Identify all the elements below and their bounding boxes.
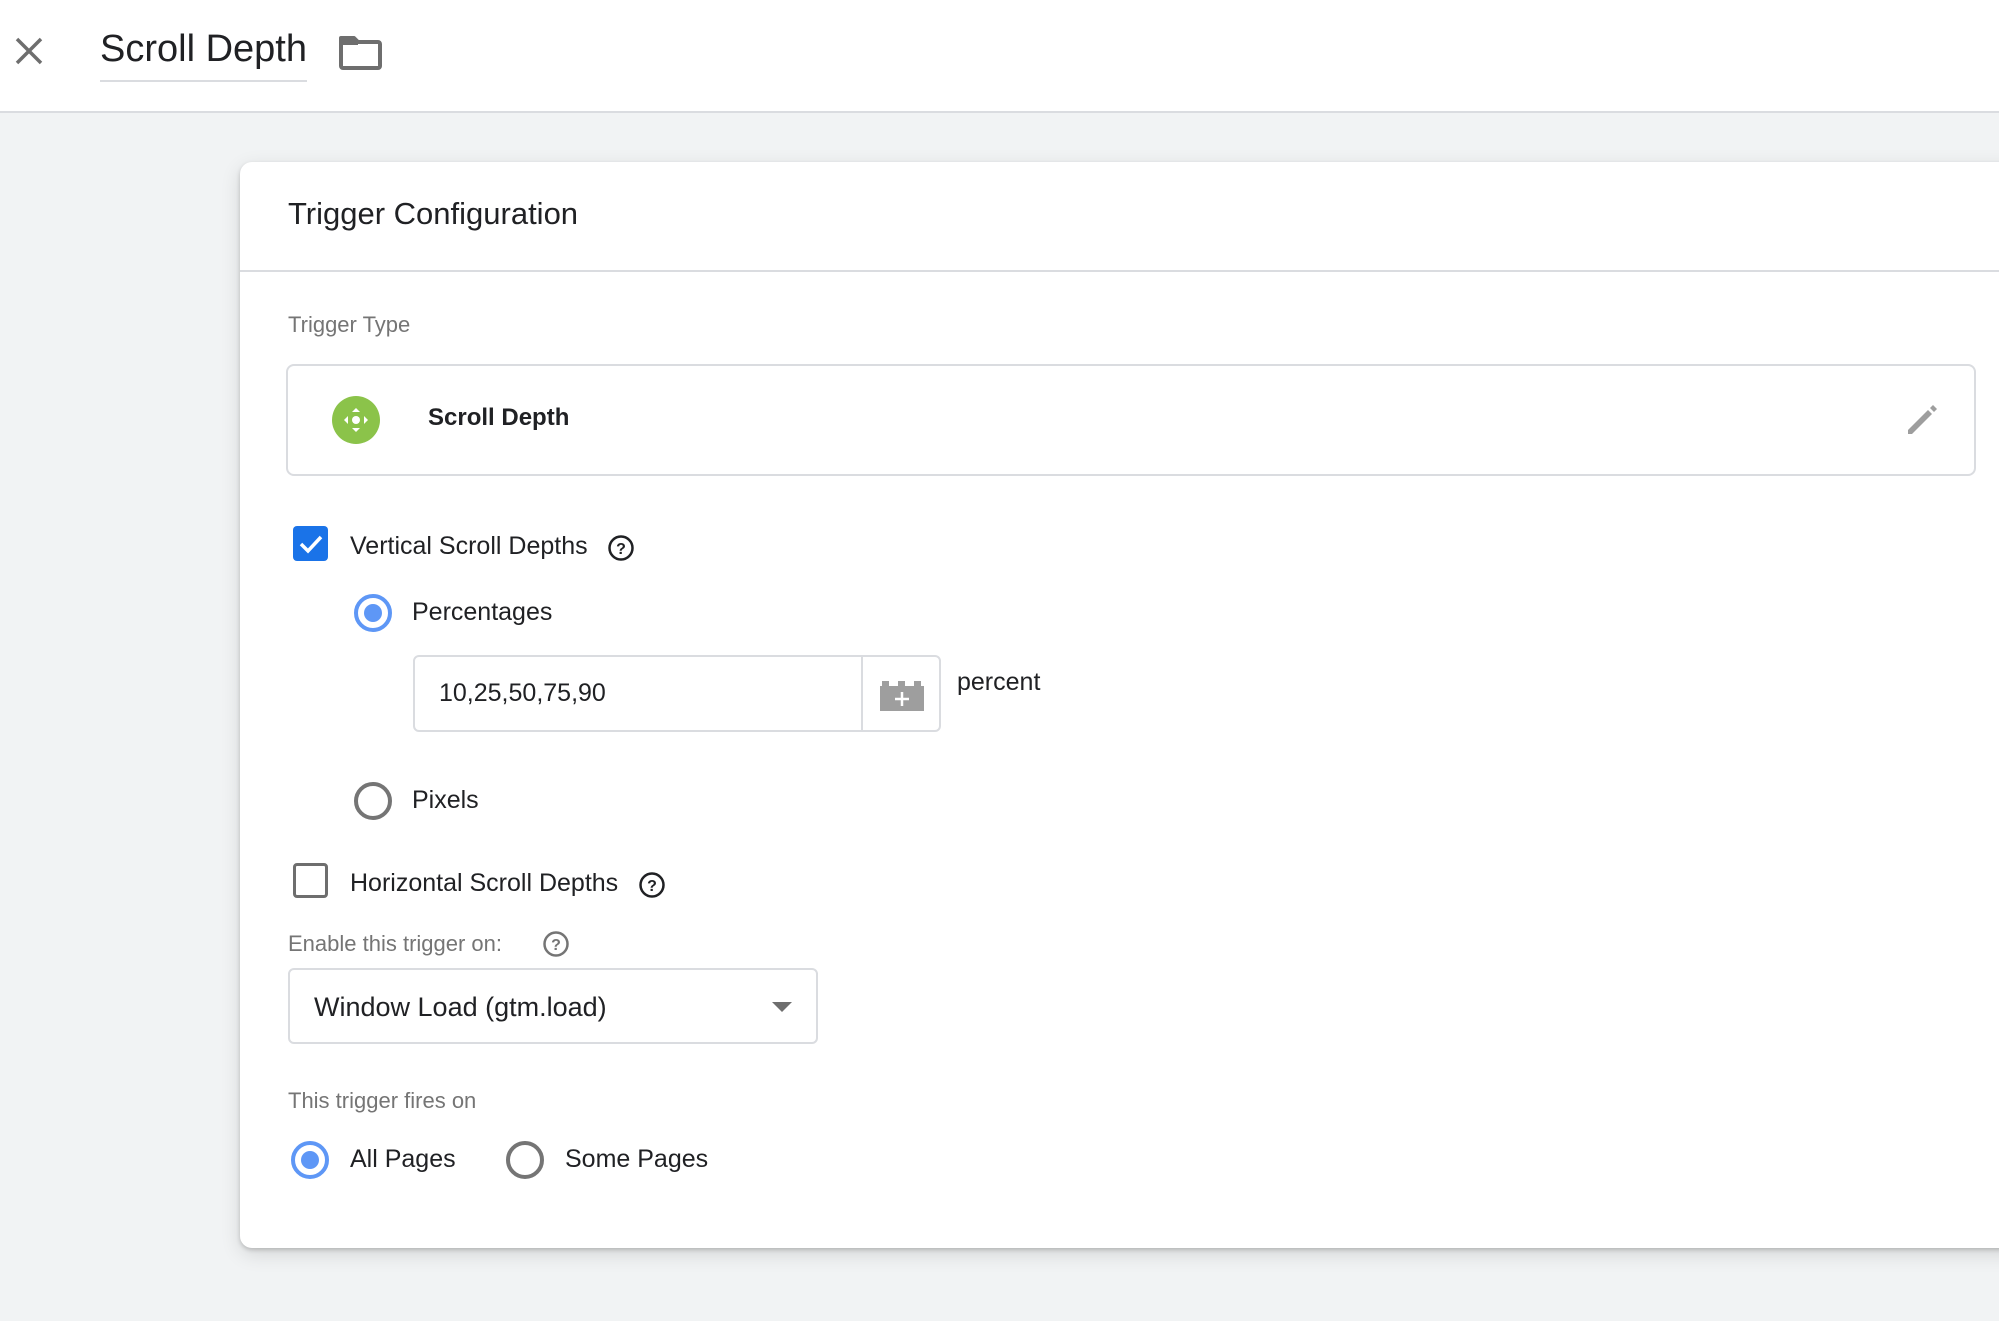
scroll-depth-icon (332, 396, 380, 444)
percentages-input-group (413, 655, 941, 732)
enable-trigger-on-label: Enable this trigger on: (288, 931, 503, 956)
pixels-radio[interactable] (354, 782, 392, 820)
horizontal-scroll-depths-checkbox[interactable] (293, 863, 328, 898)
percentages-radio[interactable] (354, 594, 392, 632)
horizontal-scroll-depths-label: Horizontal Scroll Depths (350, 869, 619, 897)
checkmark-icon (299, 535, 323, 554)
insert-variable-button[interactable] (861, 657, 939, 730)
dropdown-caret-icon (772, 1002, 792, 1012)
help-icon[interactable]: ? (542, 930, 570, 958)
top-bar: Scroll Depth (0, 0, 1999, 113)
close-icon (15, 37, 43, 65)
all-pages-label: All Pages (350, 1145, 456, 1173)
trigger-type-label: Trigger Type (288, 312, 411, 337)
some-pages-label: Some Pages (565, 1145, 709, 1173)
pixels-label: Pixels (412, 786, 479, 814)
trigger-type-name: Scroll Depth (428, 404, 570, 431)
svg-text:?: ? (616, 541, 626, 558)
trigger-name-field[interactable]: Scroll Depth (100, 28, 307, 82)
help-icon[interactable]: ? (638, 871, 666, 899)
enable-trigger-on-value: Window Load (gtm.load) (314, 992, 607, 1022)
percentages-input[interactable] (415, 657, 861, 730)
some-pages-radio[interactable] (506, 1141, 544, 1179)
vertical-scroll-depths-checkbox[interactable] (293, 526, 328, 561)
svg-text:?: ? (551, 937, 561, 954)
vertical-scroll-depths-label: Vertical Scroll Depths (350, 532, 588, 560)
pencil-icon[interactable] (1902, 400, 1942, 440)
all-pages-radio[interactable] (291, 1141, 329, 1179)
help-icon[interactable]: ? (607, 534, 635, 562)
folder-icon (339, 36, 382, 70)
close-button[interactable] (12, 34, 46, 68)
variable-brick-icon (880, 681, 924, 711)
percent-unit-label: percent (957, 668, 1041, 696)
fires-on-label: This trigger fires on (288, 1088, 477, 1113)
svg-text:?: ? (647, 878, 657, 895)
card-header: Trigger Configuration (240, 162, 1999, 272)
trigger-configuration-card: Trigger Configuration Trigger Type Scrol… (240, 162, 1999, 1248)
trigger-type-selector[interactable]: Scroll Depth (286, 364, 1976, 476)
card-title: Trigger Configuration (288, 196, 579, 231)
percentages-label: Percentages (412, 598, 553, 626)
enable-trigger-on-select[interactable]: Window Load (gtm.load) (288, 968, 818, 1044)
folder-button[interactable] (338, 34, 382, 70)
